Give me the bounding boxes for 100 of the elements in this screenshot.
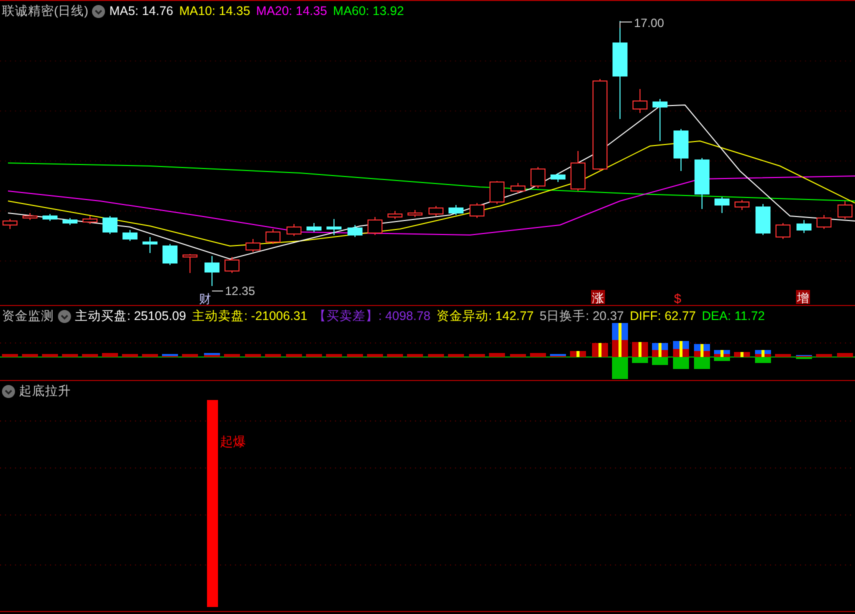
volume-bar bbox=[22, 354, 38, 357]
candlestick bbox=[796, 220, 812, 234]
volume-bar bbox=[162, 354, 178, 357]
volume-bar bbox=[142, 354, 158, 357]
volume-bar bbox=[570, 351, 586, 357]
candlestick bbox=[182, 254, 198, 274]
volume-bar bbox=[489, 353, 505, 357]
volume-bar bbox=[182, 354, 198, 357]
indicator-value: MA10: 14.35 bbox=[179, 3, 250, 20]
candlestick bbox=[306, 222, 322, 232]
indicator-value: MA60: 13.92 bbox=[333, 3, 404, 20]
low-price-label: 12.35 bbox=[225, 284, 256, 298]
volume-bar bbox=[245, 354, 261, 357]
volume-bar bbox=[734, 352, 750, 357]
candlestick bbox=[408, 210, 422, 218]
signal-marker: 增 bbox=[796, 290, 810, 305]
volume-bar bbox=[102, 353, 118, 357]
candlestick bbox=[816, 214, 832, 230]
signal-label: 起爆 bbox=[220, 434, 246, 449]
candlestick bbox=[368, 216, 382, 236]
candlestick bbox=[246, 238, 260, 252]
candlestick bbox=[490, 180, 504, 204]
candlestick bbox=[652, 98, 668, 142]
indicator-value: 主动卖盘: -21006.31 bbox=[192, 308, 308, 325]
signal-marker: $ bbox=[674, 291, 682, 306]
volume-bar bbox=[82, 354, 98, 357]
candlestick bbox=[550, 172, 566, 182]
leader-line bbox=[212, 290, 224, 292]
volume-bar bbox=[42, 354, 58, 357]
candlestick bbox=[632, 88, 648, 114]
candlestick bbox=[510, 182, 526, 194]
candlestick bbox=[570, 150, 586, 192]
indicator-value: 主动买盘: 25105.09 bbox=[75, 308, 186, 325]
chevron-down-icon[interactable] bbox=[92, 4, 106, 18]
candlestick bbox=[102, 216, 118, 234]
indicator-value: DEA: 11.72 bbox=[702, 308, 765, 325]
volume-bar bbox=[510, 354, 526, 357]
candlestick bbox=[776, 222, 790, 240]
candlestick bbox=[530, 166, 546, 188]
candlestick bbox=[204, 256, 220, 286]
volume-bar bbox=[816, 354, 832, 357]
candlestick bbox=[2, 218, 18, 230]
volume-bar bbox=[286, 354, 302, 357]
volume-bar bbox=[306, 354, 322, 357]
candlestick bbox=[714, 196, 730, 214]
candlestick bbox=[22, 212, 38, 220]
panel-title: 资金监测 bbox=[2, 308, 54, 325]
candlestick bbox=[694, 158, 710, 210]
indicator-value: 5日换手: 20.37 bbox=[540, 308, 624, 325]
volume-bar bbox=[837, 353, 853, 357]
volume-bar bbox=[387, 354, 403, 357]
candlestick bbox=[82, 216, 98, 224]
candlestick bbox=[224, 256, 240, 274]
signal-marker: 涨 bbox=[591, 290, 605, 305]
volume-bar bbox=[367, 354, 383, 357]
volume-bar bbox=[550, 354, 566, 357]
candlestick bbox=[122, 230, 138, 242]
chevron-down-icon[interactable] bbox=[2, 384, 15, 398]
candlestick bbox=[388, 210, 402, 220]
volume-bar bbox=[224, 354, 240, 357]
candlestick bbox=[286, 224, 302, 236]
volume-bar bbox=[469, 354, 485, 357]
indicator-value: 资金异动: 142.77 bbox=[436, 308, 534, 325]
signal-marker: 财 bbox=[199, 292, 211, 306]
candlestick bbox=[756, 204, 770, 236]
volume-bar bbox=[122, 354, 138, 357]
candlestick bbox=[42, 214, 58, 222]
volume-bar bbox=[592, 343, 608, 357]
volume-bar bbox=[265, 354, 281, 357]
volume-bar bbox=[775, 354, 791, 357]
volume-bar bbox=[326, 354, 342, 357]
candlestick bbox=[674, 128, 688, 172]
candlestick bbox=[348, 224, 362, 238]
indicator-value: DIFF: 62.77 bbox=[630, 308, 696, 325]
panel-title: 联诚精密(日线) bbox=[2, 3, 88, 20]
volume-bar bbox=[2, 354, 18, 357]
candlestick bbox=[62, 218, 78, 226]
leader-line bbox=[620, 22, 632, 28]
volume-bar bbox=[428, 354, 444, 357]
candlestick bbox=[428, 206, 444, 216]
candlestick bbox=[326, 218, 342, 236]
candlestick bbox=[470, 202, 484, 218]
chevron-down-icon[interactable] bbox=[58, 310, 71, 322]
indicator-value: 【买卖差】: 4098.78 bbox=[313, 308, 430, 325]
volume-bar bbox=[62, 354, 78, 357]
indicator-value: MA5: 14.76 bbox=[109, 3, 174, 20]
volume-bar bbox=[448, 354, 464, 357]
high-price-label: 17.00 bbox=[634, 16, 664, 30]
candlestick bbox=[838, 200, 852, 220]
volume-bar bbox=[347, 354, 363, 357]
panel-title: 起底拉升 bbox=[19, 383, 71, 400]
indicator-value: MA20: 14.35 bbox=[256, 3, 328, 20]
volume-bar bbox=[204, 353, 220, 357]
candlestick bbox=[734, 200, 750, 210]
candlestick bbox=[142, 236, 158, 254]
candlestick bbox=[162, 244, 178, 266]
candlestick bbox=[448, 204, 464, 216]
volume-bar bbox=[530, 353, 546, 357]
volume-bar bbox=[407, 354, 423, 357]
candlestick bbox=[266, 228, 280, 244]
